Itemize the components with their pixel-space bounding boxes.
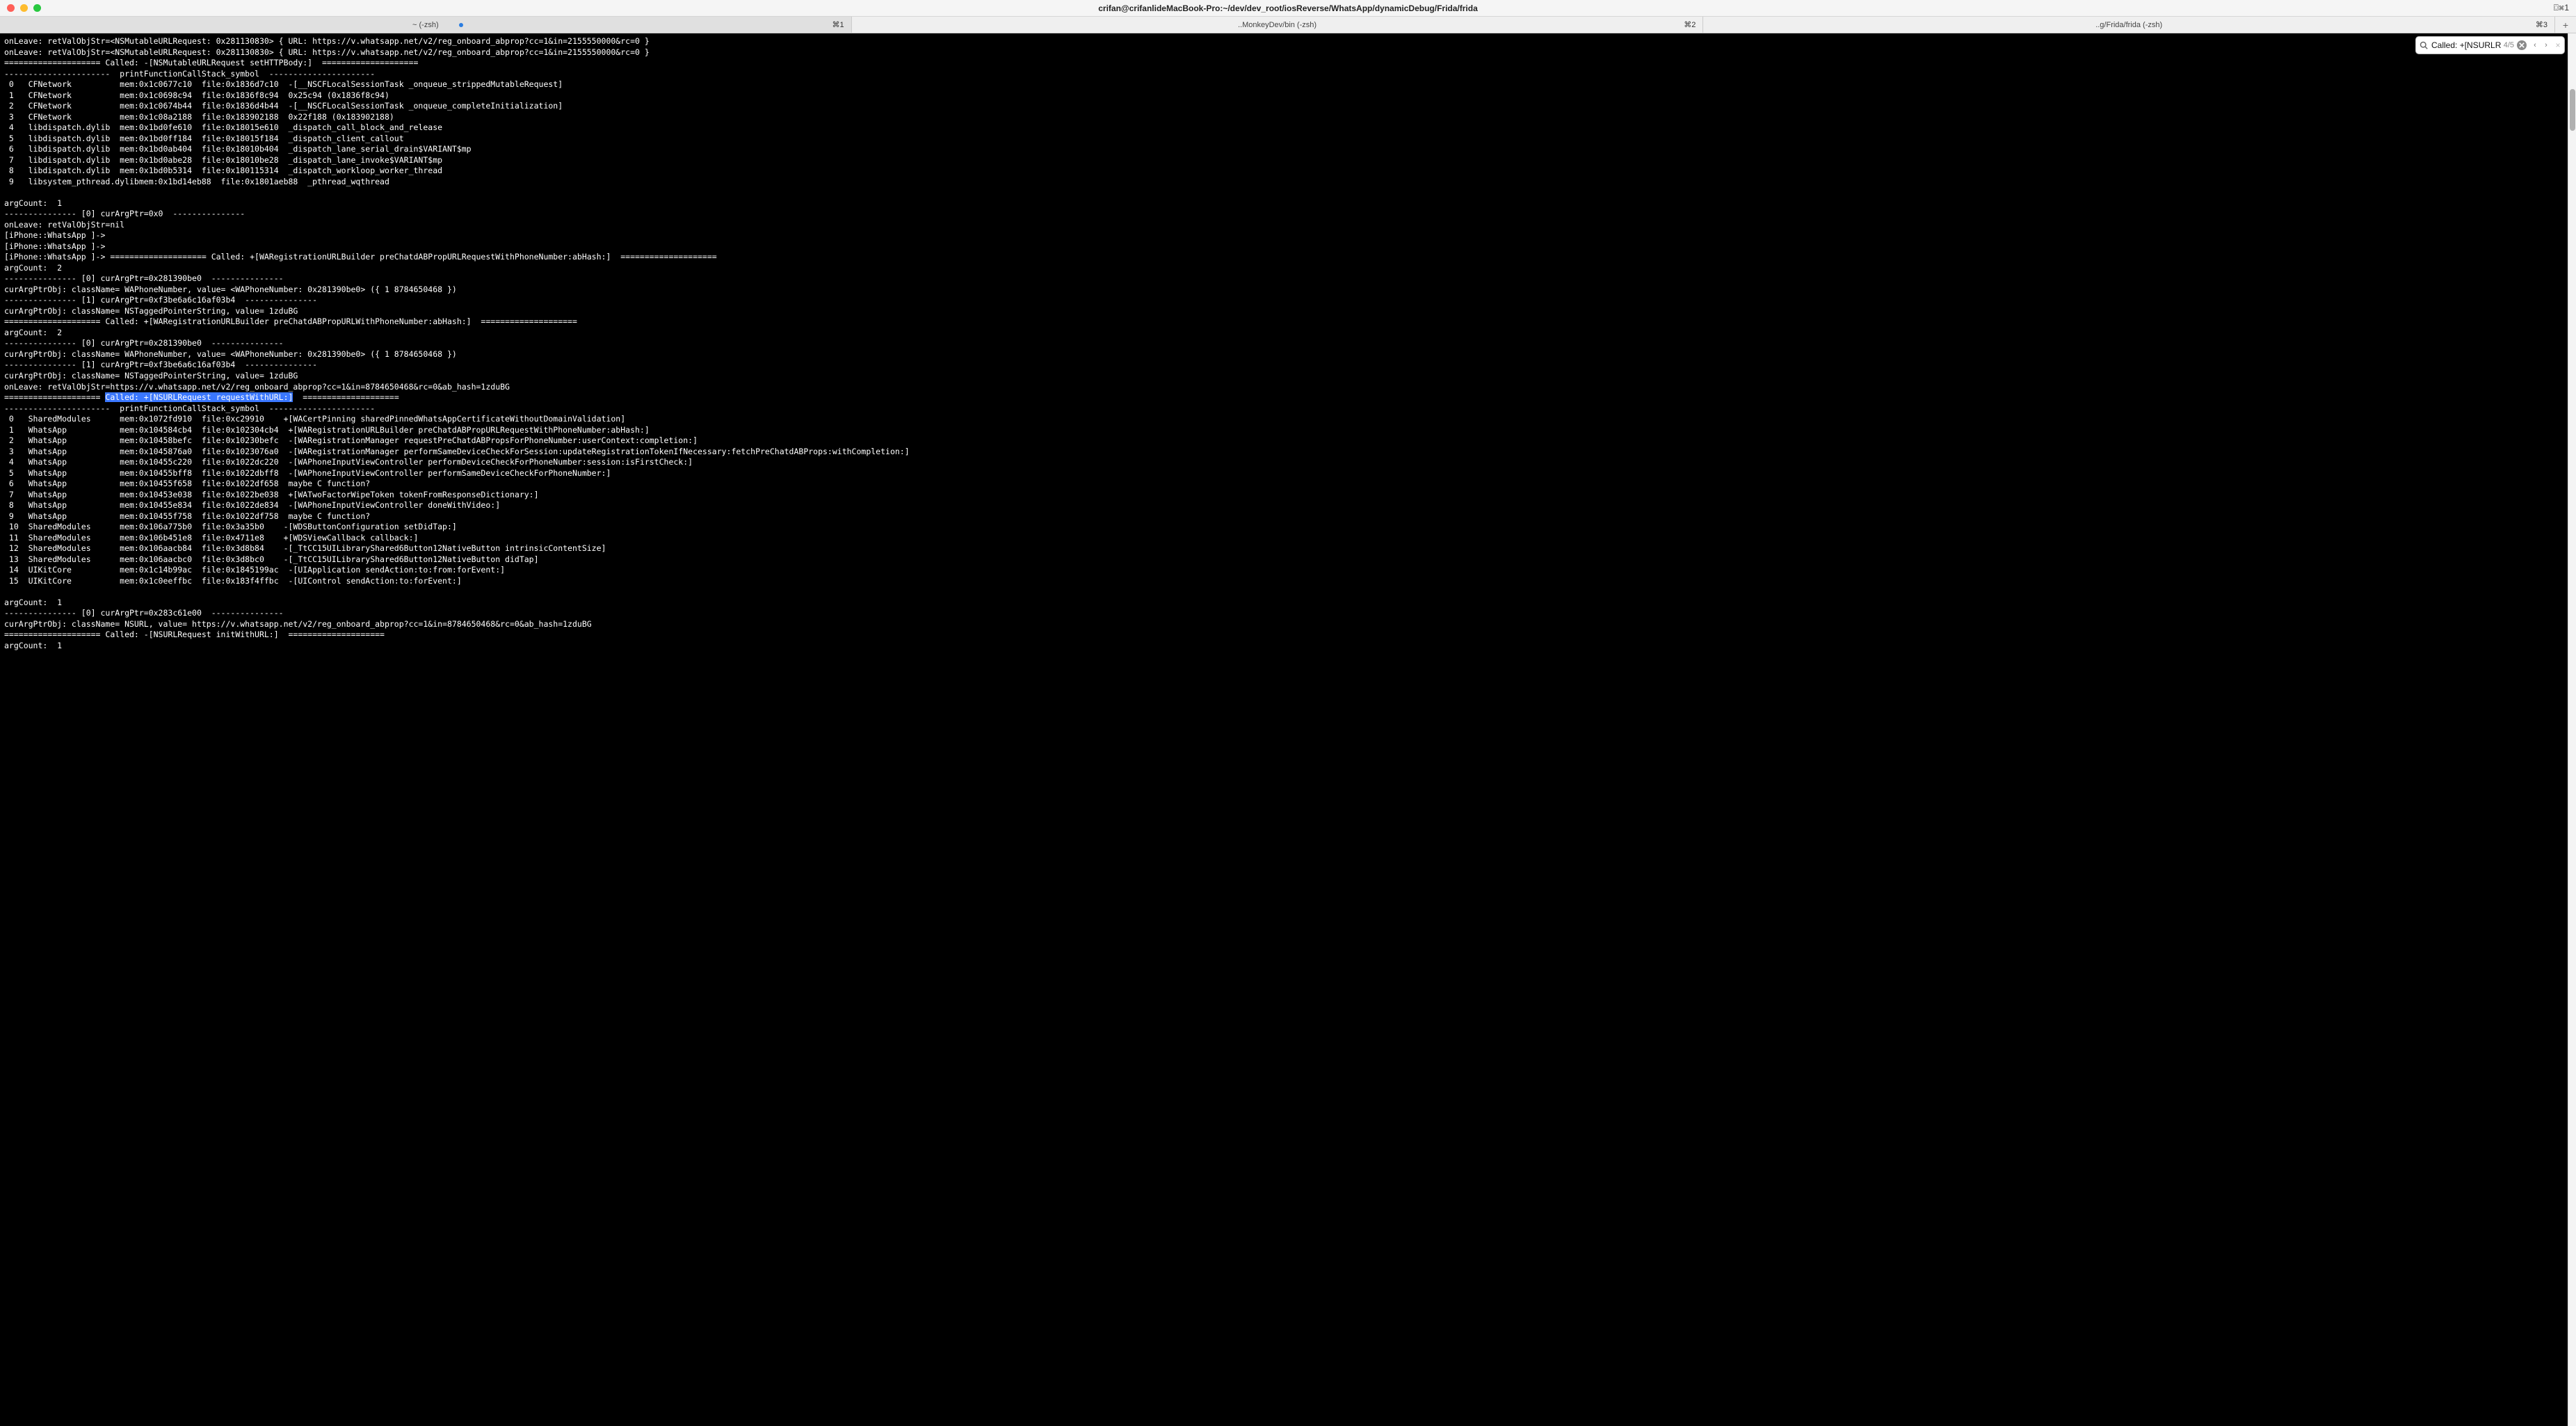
tab-1[interactable]: ~ (-zsh) ⌘1 xyxy=(0,17,852,33)
search-count: 4/5 xyxy=(2501,41,2517,49)
terminal[interactable]: onLeave: retValObjStr=<NSMutableURLReque… xyxy=(0,33,2576,1426)
traffic-lights xyxy=(7,4,41,12)
tab-label: ~ (-zsh) xyxy=(412,21,439,29)
tab-shortcut: ⌘3 xyxy=(2536,20,2547,29)
window: crifan@crifanlideMacBook-Pro:~/dev/dev_r… xyxy=(0,0,2576,1426)
tab-shortcut: ⌘1 xyxy=(832,20,844,29)
tab-activity-dot xyxy=(459,23,463,27)
terminal-viewport: onLeave: retValObjStr=<NSMutableURLReque… xyxy=(0,33,2576,1426)
tab-shortcut: ⌘2 xyxy=(1684,20,1696,29)
search-input[interactable]: Called: +[NSURLRe xyxy=(2431,40,2501,50)
find-next-button[interactable]: › xyxy=(2541,41,2552,49)
tab-label: ..MonkeyDev/bin (-zsh) xyxy=(1238,21,1317,29)
titlebar-shortcut: ⌼⌘1 xyxy=(2554,3,2569,13)
close-window-button[interactable] xyxy=(7,4,15,12)
find-previous-button[interactable]: ‹ xyxy=(2529,41,2541,49)
tab-label: ..g/Frida/frida (-zsh) xyxy=(2095,21,2162,29)
new-tab-button[interactable]: + xyxy=(2555,17,2576,33)
scrollbar-thumb[interactable] xyxy=(2570,89,2575,131)
terminal-output: onLeave: retValObjStr=<NSMutableURLReque… xyxy=(4,36,2572,651)
tab-3[interactable]: ..g/Frida/frida (-zsh) ⌘3 xyxy=(1703,17,2555,33)
window-title: crifan@crifanlideMacBook-Pro:~/dev/dev_r… xyxy=(1098,3,1478,13)
minimize-window-button[interactable] xyxy=(20,4,28,12)
tab-bar: ~ (-zsh) ⌘1 ..MonkeyDev/bin (-zsh) ⌘2 ..… xyxy=(0,17,2576,33)
tab-2[interactable]: ..MonkeyDev/bin (-zsh) ⌘2 xyxy=(852,17,1704,33)
titlebar: crifan@crifanlideMacBook-Pro:~/dev/dev_r… xyxy=(0,0,2576,17)
clear-search-button[interactable] xyxy=(2517,40,2527,50)
zoom-window-button[interactable] xyxy=(33,4,41,12)
scrollbar[interactable] xyxy=(2568,33,2576,1426)
find-bar: Called: +[NSURLRe 4/5 ‹ › × xyxy=(2415,36,2565,54)
search-icon xyxy=(2416,41,2431,49)
close-find-button[interactable]: × xyxy=(2552,40,2564,50)
